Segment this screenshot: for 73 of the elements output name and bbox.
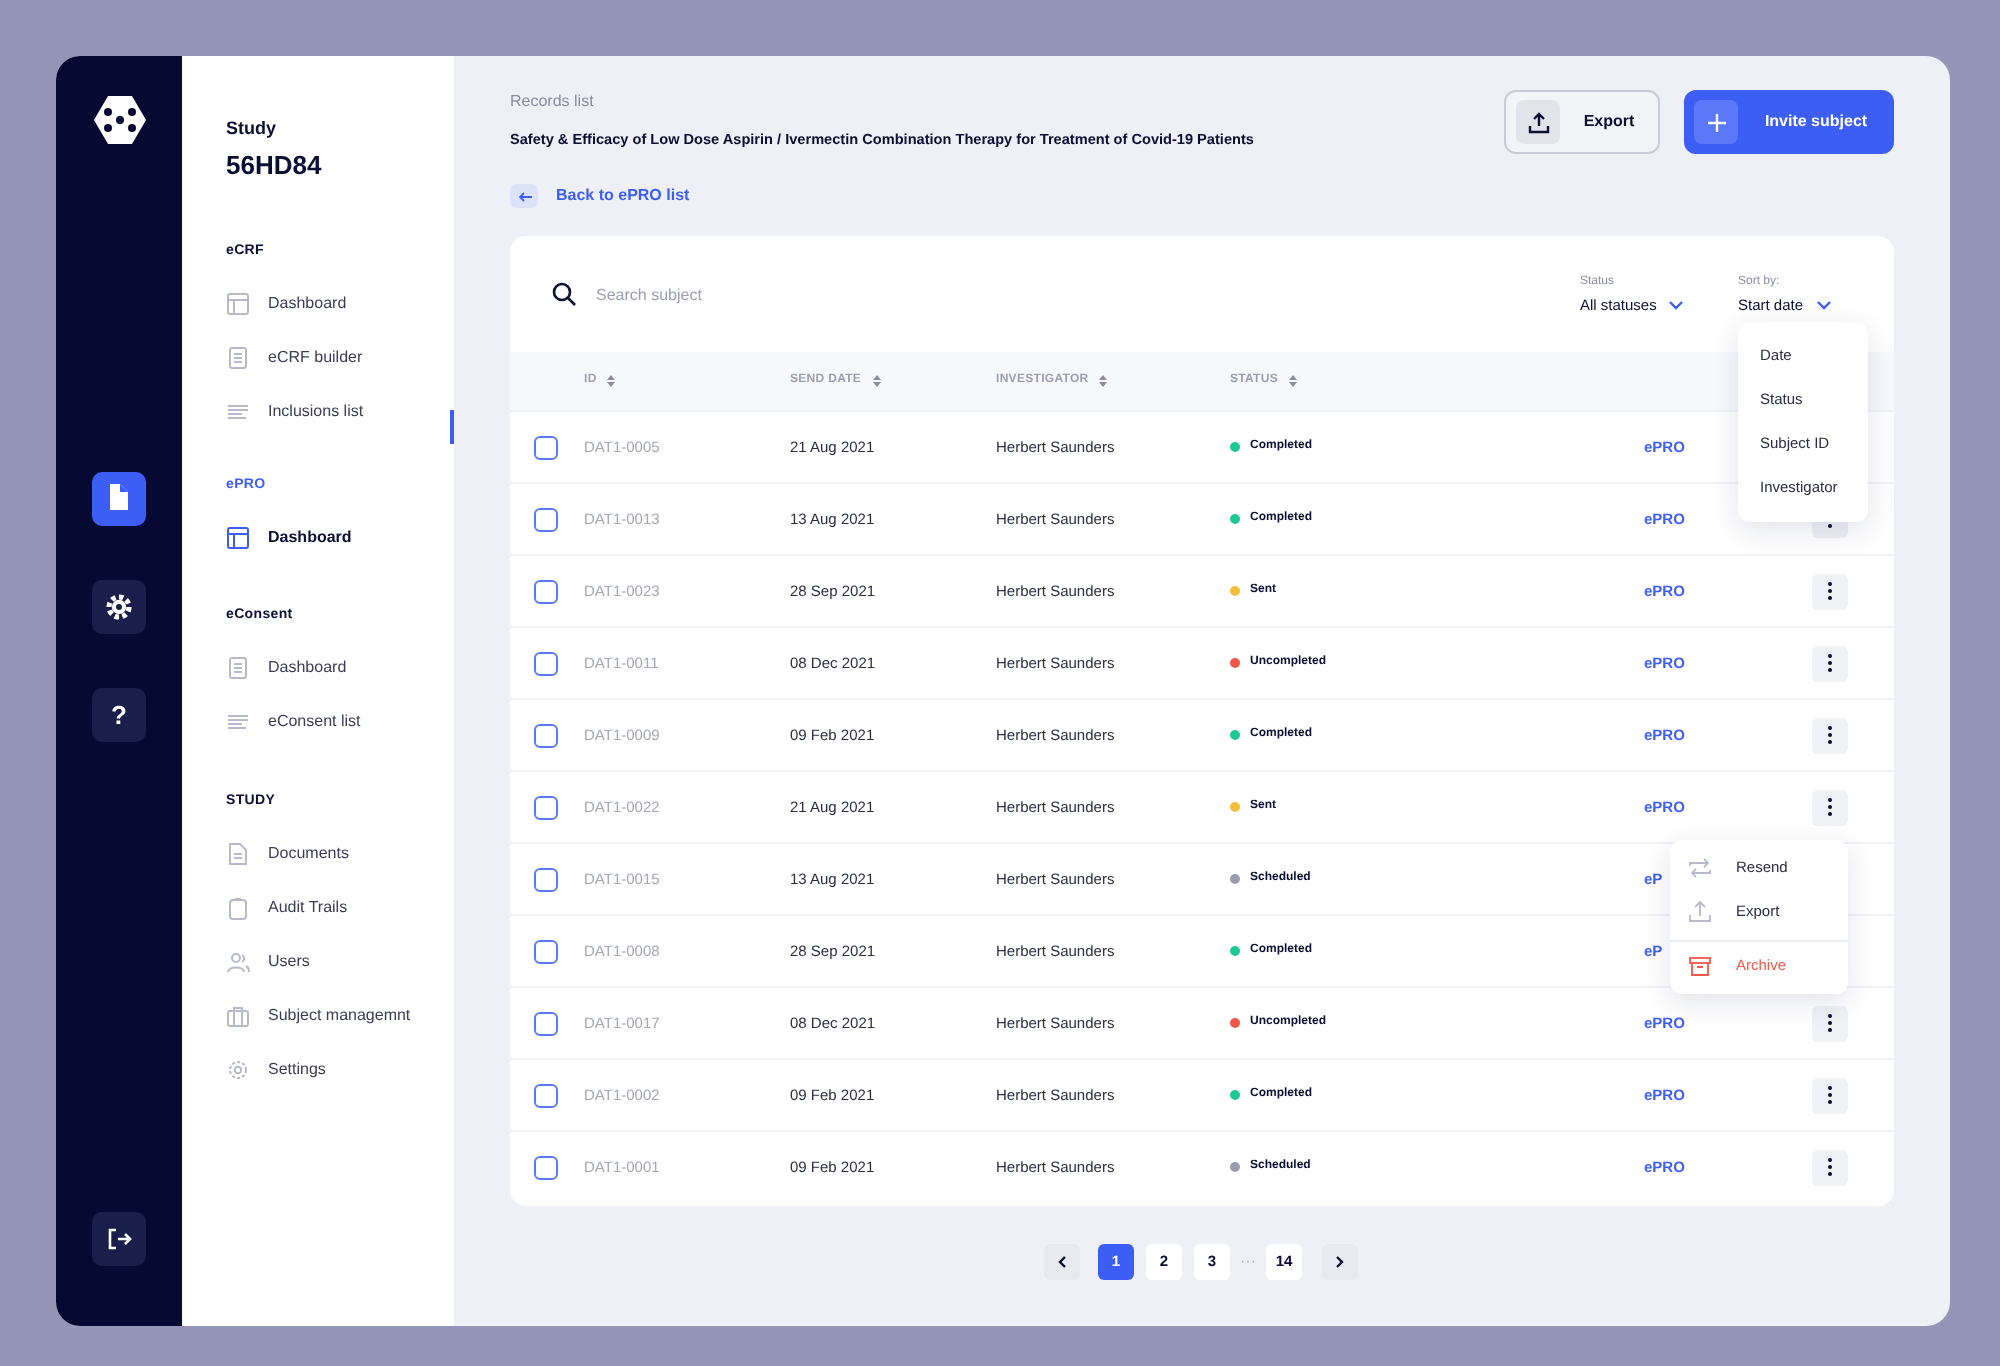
more-button[interactable] <box>1812 1149 1848 1185</box>
breadcrumb: Records list <box>510 92 596 112</box>
checkbox[interactable] <box>534 435 558 459</box>
checkbox[interactable] <box>534 579 558 603</box>
back-link[interactable]: Back to ePRO list <box>510 184 690 208</box>
repeat-icon <box>1688 856 1712 880</box>
checkbox[interactable] <box>534 795 558 819</box>
sidebar-item[interactable]: Users <box>226 948 422 974</box>
layout-icon <box>226 525 250 549</box>
document-button[interactable] <box>92 472 146 526</box>
checkbox[interactable] <box>534 867 558 891</box>
checkbox[interactable] <box>534 651 558 675</box>
layout-icon <box>226 291 250 315</box>
sidebar-item[interactable]: Dashboard <box>226 290 422 316</box>
sidebar-item[interactable]: eCRF builder <box>226 344 422 370</box>
checkbox[interactable] <box>534 1011 558 1035</box>
sidebar-item[interactable]: Settings <box>226 1056 422 1082</box>
sort-icon <box>871 374 882 388</box>
lines-icon <box>226 709 250 733</box>
logout-icon <box>106 1226 132 1252</box>
chevron-down-icon <box>1668 300 1685 310</box>
sidebar-item[interactable]: Subject managemnt <box>226 1002 422 1028</box>
upload-icon <box>1688 900 1712 924</box>
search-field[interactable]: Search subject <box>596 278 1580 310</box>
sidebar-item[interactable]: Documents <box>226 840 422 866</box>
page-ellipsis: ··· <box>1240 1250 1256 1274</box>
checkbox[interactable] <box>534 1155 558 1179</box>
sidebar-item[interactable]: Dashboard <box>226 524 422 550</box>
more-button[interactable] <box>1812 789 1848 825</box>
users-icon <box>226 949 250 973</box>
sort-icon <box>1098 374 1109 388</box>
sidebar-item[interactable]: Audit Trails <box>226 894 422 920</box>
previous-page-button[interactable] <box>1044 1244 1080 1280</box>
invite-button[interactable]: Invite subject <box>1684 90 1894 154</box>
gear-icon <box>102 590 136 624</box>
checkbox[interactable] <box>534 507 558 531</box>
chevron-left-icon <box>1058 1256 1066 1268</box>
gear-icon <box>226 1057 250 1081</box>
sort-icon <box>1288 374 1299 388</box>
form-icon <box>226 345 250 369</box>
lines-icon <box>226 399 250 423</box>
study-label: Study <box>226 116 279 140</box>
archive-icon <box>1688 953 1712 977</box>
active-indicator <box>450 410 454 444</box>
settings-button[interactable] <box>92 580 146 634</box>
sidebar-item[interactable]: Inclusions list <box>226 398 422 424</box>
clipboard-icon <box>226 895 250 919</box>
sort-icon <box>606 374 617 388</box>
more-button[interactable] <box>1812 717 1848 753</box>
help-button[interactable]: ? <box>92 688 146 742</box>
document-icon <box>226 841 250 865</box>
chevron-down-icon <box>1815 300 1832 310</box>
plus-icon <box>1707 113 1725 131</box>
back-arrow-icon <box>517 191 531 201</box>
sidebar-item[interactable]: eConsent list <box>226 708 422 734</box>
more-button[interactable] <box>1812 645 1848 681</box>
more-button[interactable] <box>1812 573 1848 609</box>
form-icon <box>226 655 250 679</box>
export-button[interactable]: Export <box>1504 90 1660 154</box>
logout-button[interactable] <box>92 1212 146 1266</box>
search-icon <box>552 282 576 306</box>
more-button[interactable] <box>1812 1005 1848 1041</box>
study-code: 56HD84 <box>226 150 324 182</box>
upload-icon <box>1527 111 1549 133</box>
checkbox[interactable] <box>534 723 558 747</box>
hexagon-logo-icon <box>91 92 147 148</box>
more-button[interactable] <box>1812 1077 1848 1113</box>
checkbox[interactable] <box>534 1083 558 1107</box>
chevron-right-icon <box>1336 1256 1344 1268</box>
next-page-button[interactable] <box>1322 1244 1358 1280</box>
checkbox[interactable] <box>534 939 558 963</box>
sidebar-item[interactable]: Dashboard <box>226 654 422 680</box>
briefcase-icon <box>226 1003 250 1027</box>
